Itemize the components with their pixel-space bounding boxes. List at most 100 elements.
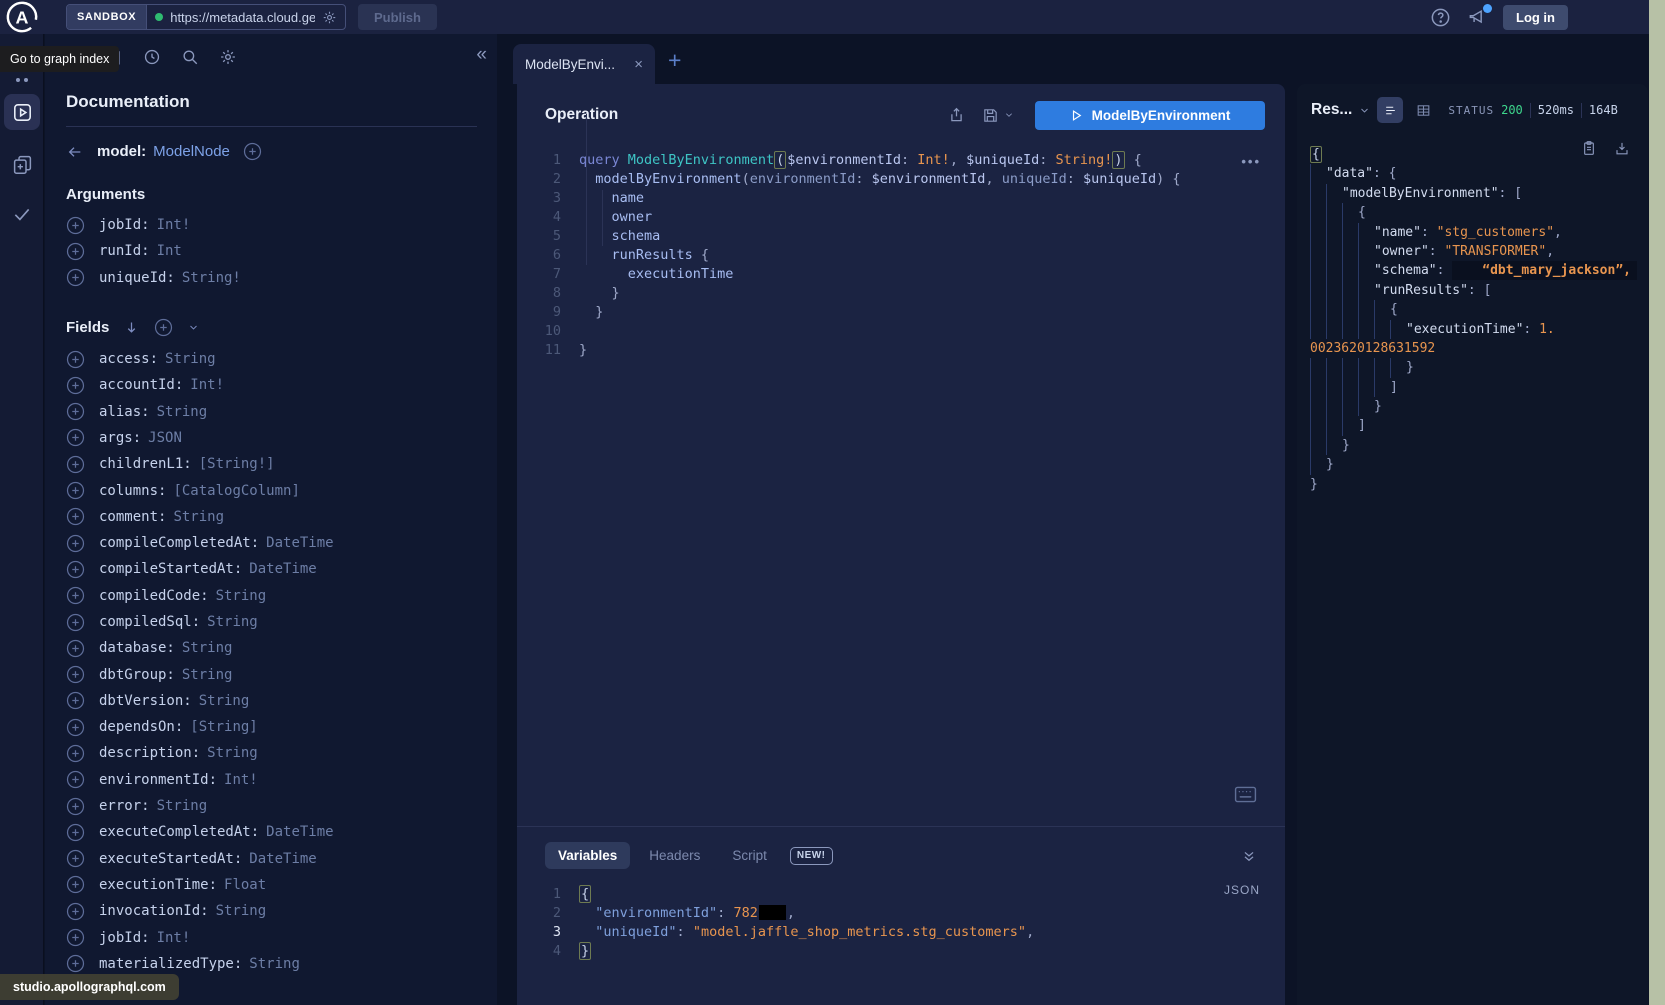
response-size: 164B xyxy=(1589,103,1618,117)
add-field-button[interactable] xyxy=(66,928,85,947)
status-code: 200 xyxy=(1501,103,1523,117)
add-field-button[interactable] xyxy=(66,428,85,447)
svg-text:A: A xyxy=(16,8,29,28)
add-field-button[interactable] xyxy=(66,586,85,605)
field-name: database: xyxy=(99,640,175,656)
add-field-button[interactable] xyxy=(66,902,85,921)
apollo-logo-icon[interactable]: A xyxy=(5,0,39,34)
collapse-panel-icon[interactable]: « xyxy=(476,44,487,66)
add-field-button[interactable] xyxy=(66,402,85,421)
field-name: access: xyxy=(99,351,158,367)
save-chevron-down-icon[interactable] xyxy=(1004,111,1014,119)
run-operation-button[interactable]: ModelByEnvironment xyxy=(1035,101,1265,130)
schema-field-row: database:String xyxy=(66,635,485,661)
publish-button[interactable]: Publish xyxy=(358,4,437,30)
add-field-button[interactable] xyxy=(66,744,85,763)
schema-nav-item[interactable] xyxy=(0,144,44,184)
add-field-button[interactable] xyxy=(66,376,85,395)
response-chevron-down-icon[interactable] xyxy=(1359,106,1370,115)
schema-field-row: dbtVersion:String xyxy=(66,688,485,714)
add-field-button[interactable] xyxy=(66,823,85,842)
add-field-button[interactable] xyxy=(66,560,85,579)
field-name: compileStartedAt: xyxy=(99,561,242,577)
indent-guide xyxy=(586,114,587,265)
response-json-view[interactable]: {"data": {"modelByEnvironment": [{"name"… xyxy=(1310,145,1644,494)
add-field-button[interactable] xyxy=(66,875,85,894)
indent-guide xyxy=(602,190,603,246)
field-name: jobId: xyxy=(99,217,150,233)
announcements-megaphone-icon[interactable] xyxy=(1466,7,1488,27)
save-operation-icon[interactable] xyxy=(982,107,999,124)
arguments-list: jobId:Int!runId:IntuniqueId:String! xyxy=(66,212,485,291)
add-field-button[interactable] xyxy=(66,268,85,287)
add-field-button[interactable] xyxy=(66,954,85,973)
add-field-button[interactable] xyxy=(66,639,85,658)
login-button[interactable]: Log in xyxy=(1503,5,1568,30)
add-field-button[interactable] xyxy=(66,691,85,710)
operation-tab[interactable]: ModelByEnvi... × xyxy=(513,44,655,84)
tab-script[interactable]: Script xyxy=(719,842,780,869)
code-line: 3 "uniqueId": "model.jaffle_shop_metrics… xyxy=(517,923,1285,942)
add-field-button[interactable] xyxy=(66,216,85,235)
explorer-nav-item[interactable] xyxy=(4,94,40,130)
editor-more-menu[interactable]: ••• xyxy=(1241,154,1261,169)
keyboard-shortcuts-icon[interactable] xyxy=(1234,786,1257,803)
field-type: String xyxy=(173,509,224,525)
add-field-button[interactable] xyxy=(66,481,85,500)
fields-chevron-down-icon[interactable] xyxy=(188,323,199,332)
graph-index-tooltip: Go to graph index xyxy=(0,46,119,72)
add-field-button[interactable] xyxy=(66,797,85,816)
search-icon[interactable] xyxy=(181,48,199,66)
add-field-button[interactable] xyxy=(66,665,85,684)
add-field-button[interactable] xyxy=(66,350,85,369)
add-field-button[interactable] xyxy=(66,770,85,789)
field-type: DateTime xyxy=(266,824,333,840)
schema-field-row: columns:[CatalogColumn] xyxy=(66,477,485,503)
operation-title: Operation xyxy=(545,106,931,124)
operation-editor[interactable]: 1query ModelByEnvironment($environmentId… xyxy=(517,146,1285,360)
schema-field-row: comment:String xyxy=(66,504,485,530)
response-body: {"data": {"modelByEnvironment": [{"name"… xyxy=(1297,129,1648,494)
tab-variables[interactable]: Variables xyxy=(545,842,630,869)
settings-gear-icon[interactable] xyxy=(219,48,237,66)
copy-response-icon[interactable] xyxy=(1581,139,1597,157)
endpoint-url-input[interactable]: https://metadata.cloud.get xyxy=(147,5,345,29)
share-operation-icon[interactable] xyxy=(948,106,965,124)
history-icon[interactable] xyxy=(143,48,161,66)
variables-editor[interactable]: 1{2 "environmentId": 782,3 "uniqueId": "… xyxy=(517,885,1285,961)
help-icon[interactable] xyxy=(1430,7,1451,28)
left-nav-rail xyxy=(0,34,44,1005)
add-field-button[interactable] xyxy=(66,242,85,261)
add-field-button[interactable] xyxy=(66,534,85,553)
field-name: uniqueId: xyxy=(99,270,175,286)
add-field-button[interactable] xyxy=(66,718,85,737)
field-type: String xyxy=(249,956,300,972)
table-view-button[interactable] xyxy=(1410,97,1436,123)
download-response-icon[interactable] xyxy=(1614,139,1630,157)
add-field-button[interactable] xyxy=(66,613,85,632)
code-line: ] xyxy=(1310,416,1644,435)
formatted-view-button[interactable] xyxy=(1377,97,1403,123)
endpoint-settings-gear-icon[interactable] xyxy=(322,10,337,25)
tab-headers[interactable]: Headers xyxy=(636,842,713,869)
add-field-button[interactable] xyxy=(66,455,85,474)
field-name: alias: xyxy=(99,404,150,420)
collapse-variables-icon[interactable] xyxy=(1241,849,1257,864)
field-type: [String] xyxy=(190,719,257,735)
field-name: executeStartedAt: xyxy=(99,851,242,867)
add-all-fields-button[interactable] xyxy=(154,318,173,337)
add-field-button[interactable] xyxy=(66,849,85,868)
add-field-button[interactable] xyxy=(66,507,85,526)
new-tab-button[interactable]: + xyxy=(668,47,681,74)
schema-field-row: jobId:Int! xyxy=(66,924,485,950)
field-name: invocationId: xyxy=(99,903,209,919)
field-type: JSON xyxy=(148,430,182,446)
code-line: 1{ xyxy=(517,885,1285,904)
tab-close-icon[interactable]: × xyxy=(634,57,643,72)
add-field-to-query-button[interactable] xyxy=(243,142,262,161)
breadcrumb-type-link[interactable]: ModelNode xyxy=(153,143,230,160)
schema-field-row: executionTime:Float xyxy=(66,872,485,898)
sort-fields-icon[interactable] xyxy=(124,319,139,336)
back-arrow-icon[interactable] xyxy=(66,144,84,160)
checklist-nav-item[interactable] xyxy=(0,194,44,234)
